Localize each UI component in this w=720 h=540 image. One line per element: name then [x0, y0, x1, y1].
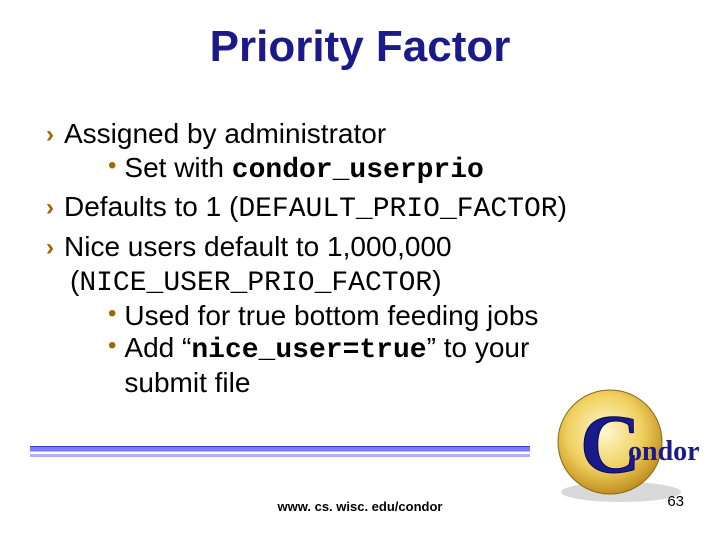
- bullet-1: › Assigned by administrator: [46, 118, 666, 150]
- slide-body: › Assigned by administrator • Set with c…: [46, 118, 666, 400]
- paren-open: (: [70, 265, 79, 296]
- bullet-1-sub-1: • Set with condor_userprio: [108, 152, 666, 187]
- bullet-3-sub-2-text: Add “nice_user=true” to your submit file: [124, 332, 564, 399]
- text-prefix: Set with: [124, 152, 231, 183]
- bullet-3-sub-1: • Used for true bottom feeding jobs: [108, 300, 666, 332]
- text-prefix: Defaults to 1 (: [64, 191, 238, 222]
- dot-icon: •: [108, 334, 116, 358]
- page-number: 63: [667, 493, 684, 510]
- slide: Priority Factor › Assigned by administra…: [0, 0, 720, 540]
- bullet-3-text: Nice users default to 1,000,000: [64, 231, 452, 263]
- footer-url: www. cs. wisc. edu/condor: [0, 499, 720, 514]
- bullet-3: › Nice users default to 1,000,000: [46, 231, 666, 263]
- text-prefix: Add “: [124, 332, 191, 363]
- dot-icon: •: [108, 154, 116, 178]
- text-suffix: ): [558, 191, 567, 222]
- svg-text:C: C: [580, 398, 641, 491]
- code-text: nice_user=true: [191, 335, 426, 366]
- code-text: condor_userprio: [232, 155, 484, 186]
- bullet-2-text: Defaults to 1 (DEFAULT_PRIO_FACTOR): [64, 191, 567, 226]
- chevron-icon: ›: [46, 236, 54, 260]
- chevron-icon: ›: [46, 196, 54, 220]
- logo-text: ondor: [628, 436, 700, 467]
- bullet-1-text: Assigned by administrator: [64, 118, 386, 150]
- bullet-3-sub-2: • Add “nice_user=true” to your submit fi…: [108, 332, 666, 399]
- paren-close: ): [432, 265, 441, 296]
- code-text: NICE_USER_PRIO_FACTOR: [79, 268, 432, 299]
- bullet-1-sub-1-text: Set with condor_userprio: [124, 152, 483, 187]
- divider: [30, 446, 530, 456]
- chevron-icon: ›: [46, 123, 54, 147]
- dot-icon: •: [108, 302, 116, 326]
- bullet-3-sub-1-text: Used for true bottom feeding jobs: [124, 300, 538, 332]
- slide-title: Priority Factor: [0, 22, 720, 72]
- bullet-2: › Defaults to 1 (DEFAULT_PRIO_FACTOR): [46, 191, 666, 226]
- bullet-3-paren: (NICE_USER_PRIO_FACTOR): [70, 265, 666, 300]
- code-text: DEFAULT_PRIO_FACTOR: [238, 194, 557, 225]
